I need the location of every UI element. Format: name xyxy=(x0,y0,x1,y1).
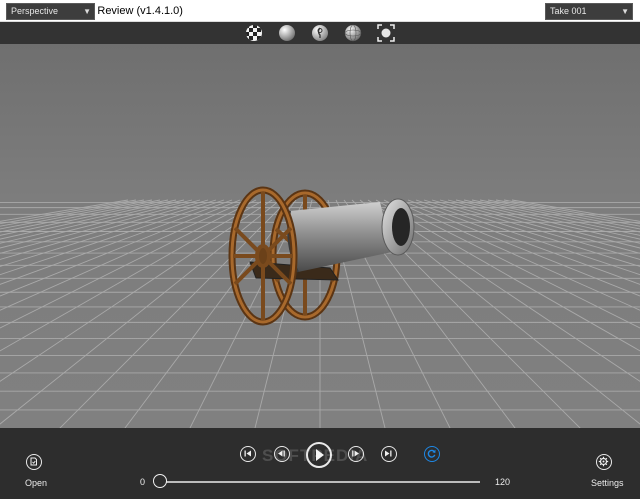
take-select[interactable]: Take 001 ▼ xyxy=(545,3,633,20)
3d-viewport[interactable] xyxy=(0,44,640,428)
start-frame-label: 0 xyxy=(140,477,146,487)
wire-shade-icon[interactable] xyxy=(344,24,362,42)
timeline-slider-thumb[interactable] xyxy=(153,474,167,488)
loop-toggle-button[interactable] xyxy=(424,446,440,462)
chevron-down-icon: ▼ xyxy=(621,7,629,16)
skip-end-icon xyxy=(385,450,392,457)
take-select-value: Take 001 xyxy=(550,6,587,16)
loop-icon xyxy=(427,449,436,458)
go-to-end-button[interactable] xyxy=(381,446,397,462)
open-button[interactable] xyxy=(26,454,42,470)
go-to-start-button[interactable] xyxy=(240,446,256,462)
timeline-slider-track[interactable] xyxy=(160,481,480,483)
smooth-shade-icon[interactable] xyxy=(278,24,296,42)
open-file-icon xyxy=(30,457,37,466)
view-select-value: Perspective xyxy=(11,6,59,16)
settings-button[interactable] xyxy=(596,454,612,470)
scene-render xyxy=(0,44,640,428)
settings-label: Settings xyxy=(591,478,624,488)
front-wheel xyxy=(228,186,298,326)
checker-shade-icon[interactable] xyxy=(245,24,263,42)
gear-icon xyxy=(598,456,609,467)
view-select[interactable]: Perspective ▼ xyxy=(6,3,95,20)
open-label: Open xyxy=(25,478,48,488)
skip-start-icon xyxy=(244,450,251,457)
watermark-text: SOFTPEDIA xyxy=(262,446,369,465)
title-bar: Autodesk FBX Review (v1.4.1.0) – □ ✕ xyxy=(0,0,640,22)
frame-all-icon[interactable] xyxy=(377,24,395,42)
light-shade-icon[interactable] xyxy=(311,24,329,42)
chevron-down-icon: ▼ xyxy=(83,7,91,16)
end-frame-label: 120 xyxy=(495,477,511,487)
